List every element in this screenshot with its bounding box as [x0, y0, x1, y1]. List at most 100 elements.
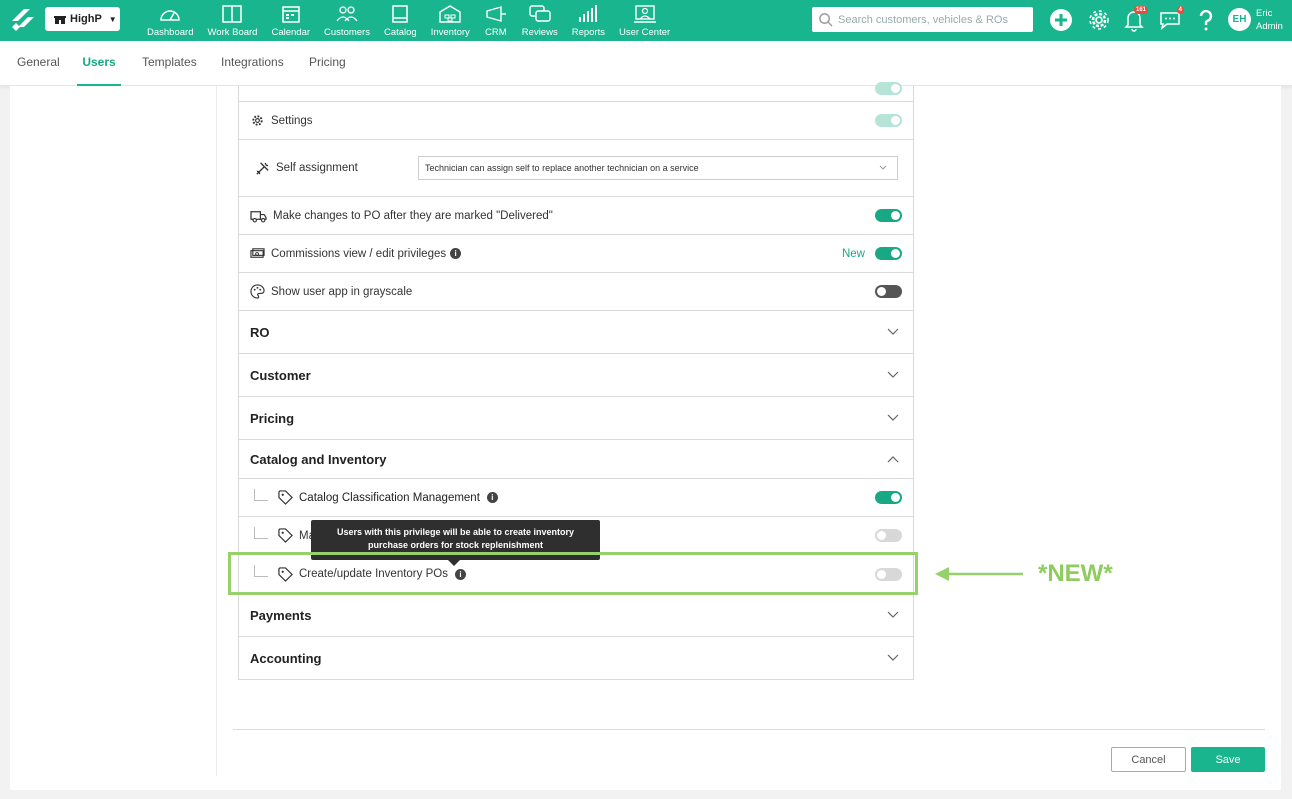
manage-toggle[interactable]: [875, 529, 902, 542]
new-feature-highlight: [228, 552, 918, 595]
add-icon[interactable]: [1049, 8, 1073, 32]
chevron-down-icon: [887, 371, 899, 378]
chevron-down-icon: [887, 611, 899, 618]
catalog-classification-toggle[interactable]: [875, 491, 902, 504]
work-board-icon: [222, 5, 243, 23]
tree-connector: [254, 488, 268, 501]
permission-row-settings: Settings: [239, 102, 913, 140]
messages-button[interactable]: 4: [1158, 6, 1184, 32]
user-center-icon: [633, 5, 656, 23]
permission-toggle[interactable]: [875, 82, 902, 95]
po-delivered-toggle[interactable]: [875, 209, 902, 222]
section-pricing[interactable]: Pricing: [239, 397, 913, 440]
section-title: Customer: [250, 367, 311, 383]
user-name: Eric: [1256, 8, 1273, 19]
avatar[interactable]: EH: [1228, 8, 1251, 31]
main-nav: Dashboard Work Board Calendar Customers …: [140, 0, 677, 41]
cancel-button[interactable]: Cancel: [1111, 747, 1186, 772]
grayscale-toggle[interactable]: [875, 285, 902, 298]
nav-dashboard[interactable]: Dashboard: [140, 0, 200, 41]
permission-label: Self assignment: [276, 162, 358, 174]
permission-label: Make changes to PO after they are marked…: [273, 209, 553, 222]
shop-selector[interactable]: HighP ▼: [45, 7, 120, 31]
section-customer[interactable]: Customer: [239, 354, 913, 397]
nav-user-center[interactable]: User Center: [612, 0, 677, 41]
permission-row-commissions: Commissions view / edit privileges i New: [239, 235, 913, 273]
shop-name: HighP: [70, 13, 102, 25]
gear-icon: [252, 115, 263, 126]
section-accounting[interactable]: Accounting: [239, 637, 913, 680]
tree-connector: [254, 526, 268, 539]
chevron-down-icon: [887, 654, 899, 661]
settings-toggle[interactable]: [875, 114, 902, 127]
dashboard-icon: [160, 10, 180, 21]
user-role: Admin: [1256, 21, 1283, 32]
gear-icon[interactable]: [1087, 8, 1111, 32]
app-logo-icon[interactable]: [10, 7, 36, 33]
new-tag: New: [841, 247, 865, 260]
user-menu[interactable]: Eric Admin: [1256, 7, 1283, 33]
nav-work-board[interactable]: Work Board: [200, 0, 264, 41]
chevron-down-icon: ▼: [108, 14, 117, 24]
tab-integrations[interactable]: Integrations: [221, 41, 284, 86]
truck-icon: [250, 211, 267, 223]
permission-row-self-assignment: Self assignment Technician can assign se…: [239, 140, 913, 197]
permission-label: Catalog Classification Management: [299, 491, 480, 504]
self-assignment-select[interactable]: Technician can assign self to replace an…: [418, 156, 898, 180]
reviews-icon: [529, 5, 551, 22]
catalog-icon: [392, 5, 409, 23]
permission-label: Show user app in grayscale: [271, 285, 413, 298]
section-catalog-inventory[interactable]: Catalog and Inventory: [239, 440, 913, 479]
tag-icon: [278, 490, 293, 505]
section-title: Payments: [250, 607, 312, 623]
permission-row-partial: [239, 82, 913, 102]
nav-inventory[interactable]: Inventory: [424, 0, 477, 41]
wrench-icon: [256, 161, 269, 175]
tab-templates[interactable]: Templates: [142, 41, 197, 86]
global-search[interactable]: [812, 7, 1033, 32]
commissions-toggle[interactable]: [875, 247, 902, 260]
notifications-badge: 161: [1133, 6, 1148, 14]
nav-reports[interactable]: Reports: [565, 0, 612, 41]
messages-badge: 4: [1176, 6, 1184, 14]
customers-icon: [336, 6, 358, 22]
divider: [216, 86, 217, 776]
nav-reviews[interactable]: Reviews: [515, 0, 565, 41]
section-title: RO: [250, 324, 270, 340]
search-icon: [819, 13, 833, 27]
shop-icon: [54, 16, 66, 24]
save-button[interactable]: Save: [1191, 747, 1265, 772]
footer-divider: [233, 729, 1265, 730]
info-icon[interactable]: i: [486, 492, 498, 503]
crm-icon: [486, 6, 506, 22]
section-title: Accounting: [250, 650, 322, 666]
nav-crm[interactable]: CRM: [477, 0, 515, 41]
tab-general[interactable]: General: [17, 41, 60, 86]
chevron-up-icon: [887, 456, 899, 463]
search-input[interactable]: [838, 13, 1028, 26]
palette-icon: [250, 284, 265, 299]
section-payments[interactable]: Payments: [239, 594, 913, 637]
select-value: Technician can assign self to replace an…: [425, 163, 699, 173]
help-icon[interactable]: [1194, 8, 1218, 32]
settings-panel: Settings Self assignment Technician can …: [10, 82, 1281, 790]
inventory-icon: [439, 5, 461, 23]
reports-icon: [579, 5, 598, 22]
chevron-down-icon: [887, 414, 899, 421]
tab-pricing[interactable]: Pricing: [309, 41, 346, 86]
permission-row-po-delivered: Make changes to PO after they are marked…: [239, 197, 913, 235]
arrow-left-icon: [935, 567, 1023, 581]
tag-icon: [278, 528, 293, 543]
nav-customers[interactable]: Customers: [317, 0, 377, 41]
section-title: Catalog and Inventory: [250, 451, 387, 467]
section-title: Pricing: [250, 410, 295, 426]
info-icon[interactable]: i: [450, 248, 462, 259]
calendar-icon: [282, 6, 300, 23]
notifications-button[interactable]: 161: [1122, 6, 1148, 32]
section-ro[interactable]: RO: [239, 311, 913, 354]
money-icon: [250, 248, 265, 258]
nav-catalog[interactable]: Catalog: [377, 0, 424, 41]
tab-users[interactable]: Users: [77, 41, 121, 86]
nav-calendar[interactable]: Calendar: [264, 0, 317, 41]
permission-row-grayscale: Show user app in grayscale: [239, 273, 913, 311]
